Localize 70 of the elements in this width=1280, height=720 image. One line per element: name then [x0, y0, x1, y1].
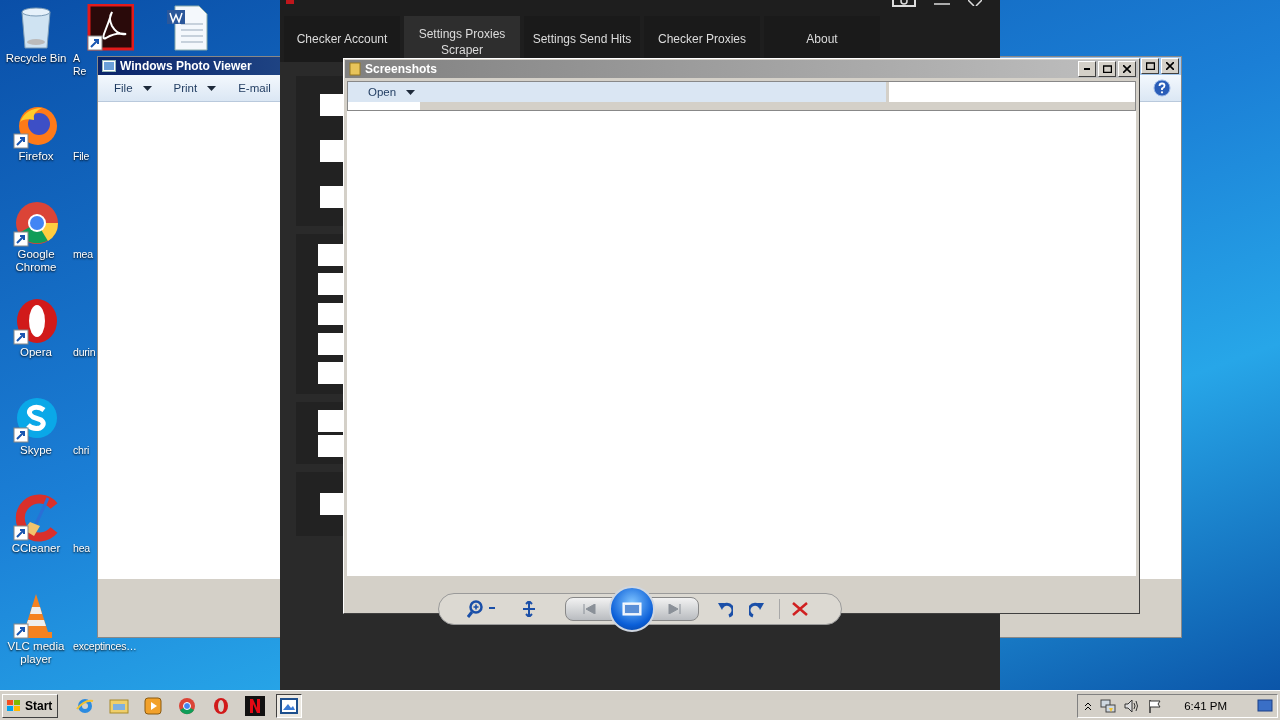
- media-player-icon: [144, 696, 163, 715]
- rotate-left-icon[interactable]: [717, 600, 733, 618]
- delete-icon[interactable]: [792, 602, 808, 616]
- dropdown-caret-icon: [142, 85, 152, 91]
- close-button[interactable]: [1161, 58, 1179, 74]
- taskbar-app-button[interactable]: [276, 693, 303, 718]
- minimize-icon: [1084, 68, 1090, 70]
- slideshow-icon: [622, 602, 642, 616]
- desktop-icon-label[interactable]: Recycle Bin: [5, 52, 67, 65]
- menu-item[interactable]: E-mail: [234, 80, 275, 96]
- minimize-icon[interactable]: [934, 0, 950, 6]
- maximize-icon: [1145, 62, 1155, 70]
- desktop-icon-label[interactable]: Skype: [20, 444, 52, 457]
- start-button[interactable]: Start: [2, 693, 59, 718]
- photo-viewer-icon: [102, 60, 116, 72]
- speaker-icon[interactable]: [1124, 698, 1141, 713]
- chevron-up-icon[interactable]: [1084, 700, 1093, 711]
- camera-icon[interactable]: [892, 0, 916, 8]
- opera-icon: [12, 298, 60, 346]
- previous-icon: [582, 604, 596, 614]
- tab[interactable]: Checker Account: [284, 16, 400, 62]
- desktop-icon-label[interactable]: mea: [72, 248, 93, 261]
- desktop-icon-label[interactable]: durin: [72, 346, 96, 359]
- desktop-icon-label[interactable]: CCleaner: [11, 542, 61, 555]
- opera-icon: [212, 696, 231, 715]
- netflix-icon: [245, 695, 266, 716]
- maximize-button[interactable]: [1141, 58, 1159, 74]
- desktop-icon-label[interactable]: Re: [72, 65, 87, 78]
- close-icon[interactable]: [968, 0, 982, 6]
- menu-item[interactable]: File: [110, 80, 156, 96]
- photo-viewer-icon: [280, 697, 299, 714]
- desktop-icon-label[interactable]: Chrome: [15, 261, 57, 274]
- close-button[interactable]: [1118, 61, 1136, 77]
- fit-to-window-icon[interactable]: [521, 601, 537, 617]
- desktop-icon-label[interactable]: chri: [72, 444, 90, 457]
- zoom-icon[interactable]: [467, 600, 497, 618]
- ccleaner-icon: [12, 494, 60, 542]
- maximize-button[interactable]: [1098, 61, 1116, 77]
- desktop-icon-label[interactable]: File: [72, 150, 90, 163]
- folder-icon: [349, 62, 361, 76]
- desktop-icon-label[interactable]: Firefox: [18, 150, 54, 163]
- help-icon[interactable]: [1153, 79, 1171, 97]
- desktop-icon-label[interactable]: hea: [72, 542, 90, 555]
- folder-icon: [109, 696, 130, 715]
- clock[interactable]: 6:41 PM: [1184, 699, 1227, 712]
- window-title: Screenshots: [365, 62, 438, 76]
- dropdown-caret-icon: [406, 89, 416, 95]
- dropdown-caret-icon: [207, 85, 217, 91]
- next-icon: [668, 604, 682, 614]
- chrome-icon: [12, 200, 60, 248]
- rotate-right-icon[interactable]: [749, 600, 765, 618]
- acrobat-icon: [86, 4, 134, 52]
- skype-icon: [12, 396, 60, 444]
- desktop-icon-label[interactable]: Opera: [20, 346, 52, 359]
- minimize-button[interactable]: [1078, 61, 1096, 77]
- close-icon: [1123, 65, 1131, 73]
- close-icon: [1166, 62, 1174, 70]
- flag-icon[interactable]: [1148, 698, 1163, 713]
- open-menu-button[interactable]: Open: [364, 84, 420, 100]
- window-title: Windows Photo Viewer: [120, 59, 252, 73]
- internet-explorer-icon: [76, 696, 95, 715]
- network-icon[interactable]: [1100, 697, 1117, 714]
- show-desktop-icon[interactable]: [1257, 698, 1273, 713]
- app-logo-icon: [286, 0, 294, 4]
- maximize-icon: [1102, 65, 1112, 73]
- desktop-icon-label[interactable]: Google: [17, 248, 55, 261]
- windows-logo-icon: [6, 698, 22, 713]
- chrome-icon: [178, 696, 197, 715]
- menu-item[interactable]: Print: [169, 80, 221, 96]
- desktop-icon-label[interactable]: A: [72, 52, 80, 65]
